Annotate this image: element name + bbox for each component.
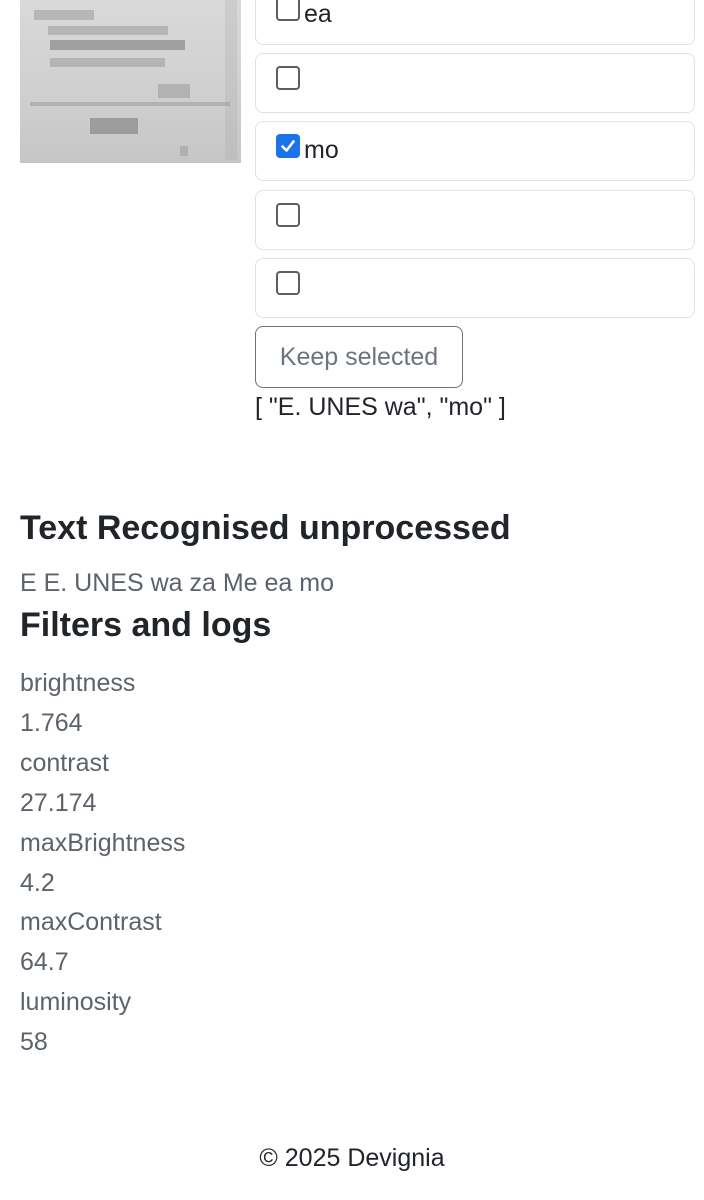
word-option[interactable]: mo [255, 121, 695, 181]
keep-selected-button[interactable]: Keep selected [255, 326, 463, 388]
recognised-heading: Text Recognised unprocessed [20, 509, 511, 547]
page: ea mo Keep selected [ "E. UNES wa", "mo"… [0, 0, 704, 1200]
recognised-text: E E. UNES wa za Me ea mo [20, 569, 335, 597]
cropped-image-preview [20, 0, 241, 163]
max-brightness-label: maxBrightness [20, 828, 186, 857]
contrast-label: contrast [20, 748, 109, 777]
brightness-value: 1.764 [20, 708, 83, 737]
word-option-label: ea [304, 0, 332, 28]
filters-log: brightness 1.764 contrast 27.174 maxBrig… [20, 664, 185, 1063]
selected-words-output: [ "E. UNES wa", "mo" ] [255, 393, 506, 421]
luminosity-label: luminosity [20, 988, 132, 1017]
checkbox-icon[interactable] [276, 271, 300, 295]
brightness-label: brightness [20, 669, 136, 697]
contrast-value: 27.174 [20, 788, 97, 817]
word-option[interactable]: ea [255, 0, 695, 45]
filters-heading: Filters and logs [20, 606, 272, 644]
word-option[interactable] [255, 258, 695, 318]
checkbox-icon[interactable] [276, 203, 300, 227]
max-contrast-value: 64.7 [20, 948, 69, 977]
word-option-label: mo [304, 136, 339, 164]
checkbox-checked-icon[interactable] [276, 134, 300, 158]
word-option[interactable] [255, 190, 695, 250]
luminosity-value: 58 [20, 1028, 48, 1057]
footer-copyright: © 2025 Devignia [259, 1144, 445, 1172]
word-option[interactable] [255, 53, 695, 113]
max-brightness-value: 4.2 [20, 868, 55, 897]
checkbox-icon[interactable] [276, 66, 300, 90]
checkbox-icon[interactable] [276, 0, 300, 21]
max-contrast-label: maxContrast [20, 908, 162, 937]
